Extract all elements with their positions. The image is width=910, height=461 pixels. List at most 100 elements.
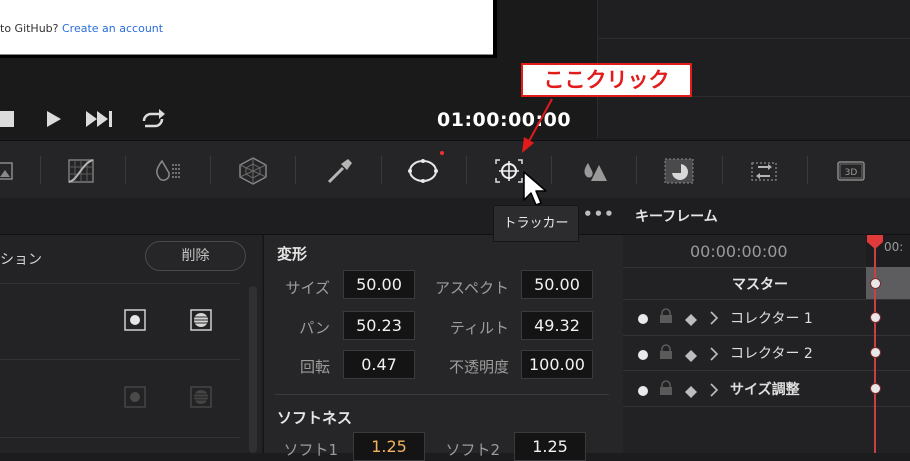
keyframe-marker[interactable]: [871, 348, 880, 357]
key-button[interactable]: [661, 155, 697, 187]
lock-button[interactable]: [659, 380, 673, 400]
transform-title: 変形: [277, 245, 308, 263]
keyframe-diamond-button[interactable]: [685, 311, 697, 330]
keyframe-marker[interactable]: [871, 279, 880, 288]
lock-icon: [660, 344, 672, 359]
loop-icon: [142, 109, 165, 128]
row-divider: [623, 406, 910, 407]
expand-button[interactable]: [709, 310, 719, 329]
chevron-right-icon: [710, 311, 719, 325]
play-icon: [47, 111, 61, 127]
window-button[interactable]: [405, 155, 441, 187]
soft1-field[interactable]: 1.25: [353, 432, 425, 461]
toolbar-separator: [125, 156, 126, 184]
curves-icon: [68, 159, 94, 183]
svg-text:3D: 3D: [845, 168, 858, 178]
aspect-label: アスペクト: [435, 279, 509, 297]
toolbar-separator: [807, 156, 808, 184]
diamond-icon: [685, 386, 697, 398]
section-divider: [275, 394, 609, 395]
soft2-field[interactable]: 1.25: [514, 432, 586, 461]
curves-button[interactable]: [64, 155, 100, 187]
row-divider: [623, 370, 910, 371]
circle-window-toggle[interactable]: [124, 309, 146, 331]
stop-icon: [0, 111, 14, 127]
stop-button[interactable]: [0, 110, 16, 128]
toolbar-separator: [210, 156, 211, 184]
tilt-label: ティルト: [449, 319, 509, 337]
toolbar-separator: [722, 156, 723, 184]
opacity-label: 不透明度: [448, 358, 509, 376]
stereo-3d-button[interactable]: 3D: [833, 155, 869, 187]
tracker-tooltip: トラッカー: [493, 205, 579, 242]
stereo-3d-icon: 3D: [837, 161, 865, 181]
row-divider: [0, 283, 240, 284]
expand-button[interactable]: [709, 382, 719, 401]
diamond-icon: [685, 314, 697, 326]
pan-field[interactable]: 50.23: [343, 311, 415, 340]
keyframe-marker[interactable]: [871, 313, 880, 322]
lock-button[interactable]: [659, 344, 673, 364]
soft2-label: ソフト2: [445, 441, 500, 459]
sizing-button[interactable]: [746, 155, 782, 187]
enable-dot-button[interactable]: [637, 346, 649, 365]
ruler-timecode: 00:: [884, 240, 904, 254]
pan-label: パン: [299, 319, 330, 337]
playhead-handle[interactable]: [866, 234, 884, 250]
circle-window-toggle-disabled[interactable]: [124, 386, 146, 408]
row-divider: [0, 437, 240, 438]
loop-button[interactable]: [138, 107, 168, 131]
skip-next-icon: [86, 111, 112, 127]
size-field[interactable]: 50.00: [343, 270, 415, 299]
toolbar-separator: [466, 156, 467, 184]
enable-dot-button[interactable]: [637, 382, 649, 401]
row-divider: [623, 299, 910, 300]
aspect-field[interactable]: 50.00: [521, 270, 593, 299]
dot-icon: [638, 314, 648, 324]
color-warper-button[interactable]: [150, 155, 186, 187]
circle-shape-icon: [124, 309, 146, 331]
rotate-field[interactable]: 0.47: [343, 350, 415, 379]
keyframe-diamond-button[interactable]: [685, 383, 697, 402]
keyframe-marker[interactable]: [871, 384, 880, 393]
kf-row-label: サイズ調整: [730, 382, 800, 398]
hsl-qualifier-button[interactable]: [235, 155, 271, 187]
lock-button[interactable]: [659, 308, 673, 328]
blur-button[interactable]: [576, 155, 612, 187]
lock-icon: [660, 380, 672, 395]
qualifier-eyedropper-button[interactable]: [321, 155, 357, 187]
lines-shape-icon: [190, 386, 212, 408]
image-tool-button[interactable]: [0, 155, 22, 187]
annotation-callout: ここクリック: [521, 63, 692, 97]
viewer-signup-text: to GitHub? Create an account: [0, 22, 163, 35]
gradient-window-toggle-disabled[interactable]: [190, 386, 212, 408]
play-button[interactable]: [45, 110, 63, 128]
window-icon: [408, 159, 438, 183]
create-account-link: Create an account: [62, 22, 164, 35]
master-track-label: マスター: [732, 277, 788, 293]
tilt-field[interactable]: 49.32: [521, 311, 593, 340]
gradient-window-toggle[interactable]: [190, 309, 212, 331]
keyframe-diamond-button[interactable]: [685, 347, 697, 366]
keyframes-timecode: 00:00:00:00: [690, 242, 788, 261]
enable-dot-button[interactable]: [637, 310, 649, 329]
skip-next-button[interactable]: [86, 110, 114, 128]
signup-prefix: to GitHub?: [0, 22, 59, 35]
opacity-field[interactable]: 100.00: [521, 350, 593, 379]
lines-shape-icon: [190, 309, 212, 331]
toolbar-separator: [40, 156, 41, 184]
left-panel-scrollbar[interactable]: [249, 286, 257, 453]
sizing-icon: [751, 162, 777, 181]
more-options-button[interactable]: •••: [583, 205, 615, 223]
rotate-label: 回転: [299, 358, 330, 376]
toolbar-separator: [636, 156, 637, 184]
expand-button[interactable]: [709, 346, 719, 365]
blur-icon: [584, 163, 607, 181]
row-divider: [623, 335, 910, 336]
delete-button[interactable]: 削除: [145, 241, 246, 271]
size-label: サイズ: [285, 279, 330, 297]
keyframes-title: キーフレーム: [635, 209, 718, 225]
playhead-line[interactable]: [874, 240, 876, 453]
key-icon: [664, 158, 694, 184]
dot-icon: [638, 386, 648, 396]
